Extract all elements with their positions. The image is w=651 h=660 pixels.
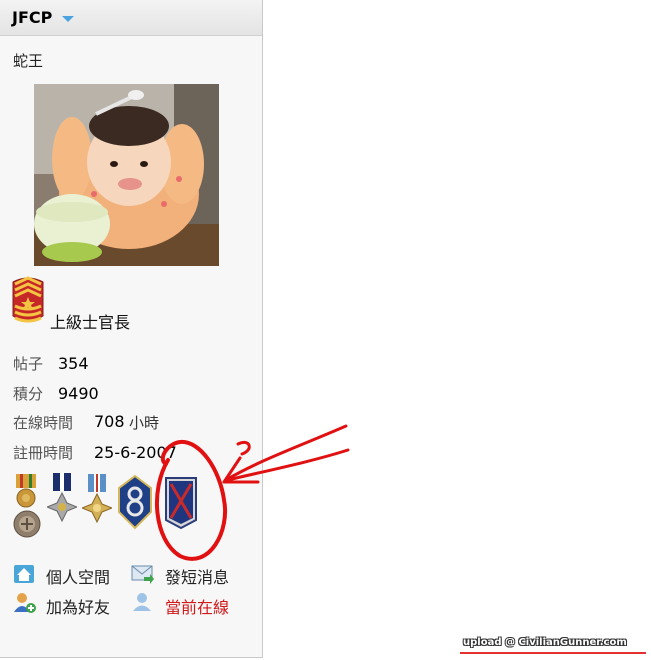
8th-division-patch-icon[interactable] bbox=[117, 474, 153, 534]
online-time-unit: 小時 bbox=[129, 414, 160, 432]
10th-mountain-division-patch-icon[interactable] bbox=[162, 474, 200, 534]
online-time-label: 在線時間 bbox=[13, 414, 74, 432]
home-icon[interactable] bbox=[13, 564, 35, 584]
user-profile-panel: JFCP 蛇王 上級士官長 帖子 354 積分 9490 在線時間 708 小時… bbox=[0, 0, 263, 658]
online-user-icon bbox=[131, 592, 153, 612]
user-nickname: 蛇王 bbox=[13, 52, 44, 70]
send-message-icon[interactable] bbox=[131, 563, 154, 584]
credits-label: 積分 bbox=[13, 385, 44, 403]
bronze-round-medal-icon[interactable] bbox=[12, 509, 42, 543]
avatar[interactable] bbox=[34, 84, 219, 266]
posts-value[interactable]: 354 bbox=[58, 354, 89, 373]
registration-label: 註冊時間 bbox=[13, 444, 74, 462]
posts-label: 帖子 bbox=[13, 355, 44, 373]
chevron-down-icon[interactable] bbox=[62, 16, 74, 22]
add-friend-link[interactable]: 加為好友 bbox=[46, 594, 110, 618]
silver-star-medal-icon[interactable] bbox=[80, 474, 114, 534]
ribbon-medal-icon[interactable] bbox=[12, 474, 40, 512]
sergeant-major-rank-icon bbox=[11, 276, 45, 330]
watermark-underline bbox=[460, 652, 646, 654]
personal-space-link[interactable]: 個人空間 bbox=[46, 564, 110, 588]
online-time-value: 708 bbox=[94, 412, 125, 431]
username[interactable]: JFCP bbox=[12, 8, 52, 27]
add-friend-icon[interactable] bbox=[13, 592, 36, 613]
rank-title: 上級士官長 bbox=[50, 313, 131, 332]
profile-header: JFCP bbox=[0, 0, 262, 36]
online-status: 當前在線 bbox=[165, 598, 230, 617]
registration-date: 25-6-2007 bbox=[94, 443, 177, 462]
credits-value: 9490 bbox=[58, 384, 99, 403]
send-message-link[interactable]: 發短消息 bbox=[165, 564, 229, 588]
navy-cross-medal-icon[interactable] bbox=[45, 473, 79, 533]
watermark: upload @ CivilianGunner.com bbox=[463, 637, 627, 648]
